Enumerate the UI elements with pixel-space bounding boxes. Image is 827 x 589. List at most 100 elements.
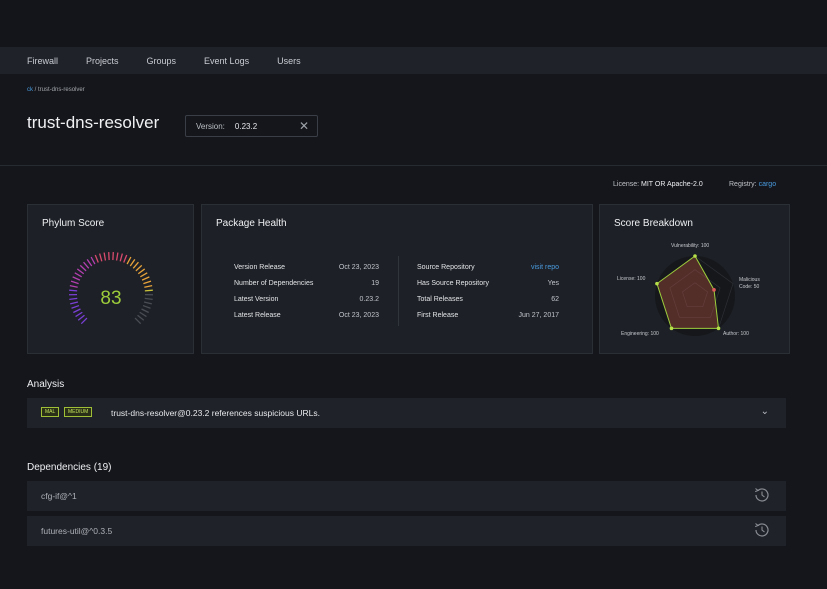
gauge-tick xyxy=(103,252,107,261)
nav-item-projects[interactable]: Projects xyxy=(86,56,119,66)
gauge-tick xyxy=(79,264,87,272)
gauge-tick xyxy=(143,301,152,305)
close-icon[interactable]: ✕ xyxy=(299,120,309,132)
health-value-latest-release: Oct 23, 2023 xyxy=(338,312,379,319)
gauge-tick xyxy=(126,256,132,265)
radar-label-author: Author: 100 xyxy=(723,331,749,337)
gauge-tick xyxy=(74,272,82,278)
gauge-tick xyxy=(144,284,153,288)
phylum-score-value: 83 xyxy=(100,288,121,309)
radar-label-malicious-line2: Code: 50 xyxy=(739,284,760,290)
visit-repo-link[interactable]: visit repo xyxy=(531,264,559,271)
analysis-title: Analysis xyxy=(27,379,65,390)
gauge-tick xyxy=(135,264,143,272)
health-label-latest-release: Latest Release xyxy=(234,312,281,319)
radar-label-malicious-line1: Malicious xyxy=(739,277,760,283)
gauge-tick xyxy=(115,252,119,261)
gauge-tick xyxy=(119,253,123,262)
radar-point-engineering xyxy=(669,326,674,331)
tag-medium: MEDIUM xyxy=(64,407,93,417)
gauge-tick xyxy=(69,297,78,301)
version-value: 0.23.2 xyxy=(234,121,258,131)
gauge-tick xyxy=(70,280,79,285)
health-value-has-source-repo: Yes xyxy=(547,280,559,287)
license-label: License: xyxy=(613,181,640,188)
dependency-name: futures-util@^0.3.5 xyxy=(41,526,113,536)
dependency-row[interactable]: cfg-if@^1 xyxy=(27,481,786,511)
health-label-latest-version: Latest Version xyxy=(234,296,279,303)
radar-label-vulnerability: Vulnerability: 100 xyxy=(671,243,710,249)
gauge-tick xyxy=(73,308,81,314)
registry-label: Registry: xyxy=(729,181,757,188)
gauge-tick xyxy=(69,289,78,292)
breadcrumb-current: trust-dns-resolver xyxy=(38,87,85,93)
package-health-card: Package Health xyxy=(201,204,593,354)
tag-mal: MAL xyxy=(41,407,60,417)
nav-item-firewall[interactable]: Firewall xyxy=(27,56,58,66)
gauge-tick xyxy=(80,317,88,325)
nav-item-groups[interactable]: Groups xyxy=(147,56,177,66)
gauge-tick xyxy=(70,301,79,305)
gauge-tick xyxy=(134,317,142,325)
gauge-tick xyxy=(140,272,148,278)
top-bar xyxy=(0,0,827,47)
gauge-tick xyxy=(83,261,90,269)
gauge-tick xyxy=(129,259,136,267)
license-info: License: MIT OR Apache-2.0 xyxy=(613,181,703,188)
gauge-tick xyxy=(139,311,147,318)
gauge-tick xyxy=(71,304,80,309)
health-label-first-release: First Release xyxy=(417,312,459,319)
registry-info: Registry: cargo xyxy=(729,181,776,188)
health-value-latest-version: 0.23.2 xyxy=(359,296,379,303)
dependency-row[interactable]: futures-util@^0.3.5 xyxy=(27,516,786,546)
phylum-score-card: Phylum Score 83 xyxy=(27,204,194,354)
nav-item-users[interactable]: Users xyxy=(277,56,301,66)
health-divider xyxy=(398,256,399,326)
radar-point-malicious xyxy=(712,288,716,292)
registry-link[interactable]: cargo xyxy=(759,181,777,188)
gauge-tick xyxy=(143,280,152,285)
health-value-total-releases: 62 xyxy=(551,296,559,303)
header-divider xyxy=(0,165,827,166)
gauge-tick xyxy=(77,314,85,321)
main-nav: Firewall Projects Groups Event Logs User… xyxy=(0,47,827,74)
analysis-finding-row[interactable]: MAL MEDIUM trust-dns-resolver@0.23.2 ref… xyxy=(27,398,786,428)
gauge-tick xyxy=(137,314,145,321)
health-value-first-release: Jun 27, 2017 xyxy=(518,312,559,319)
health-value-version-release: Oct 23, 2023 xyxy=(338,264,379,271)
health-label-version-release: Version Release xyxy=(234,264,285,271)
history-icon[interactable] xyxy=(752,520,772,540)
analysis-finding-text: trust-dns-resolver@0.23.2 references sus… xyxy=(111,408,320,418)
radar-label-malicious: Malicious Code: 50 xyxy=(739,277,760,291)
gauge-tick xyxy=(132,261,139,269)
gauge-tick xyxy=(72,276,81,281)
gauge-tick xyxy=(141,308,149,314)
dependency-name: cfg-if@^1 xyxy=(41,491,77,501)
version-select[interactable]: Version: 0.23.2 ✕ xyxy=(185,115,318,137)
dependencies-title: Dependencies (19) xyxy=(27,462,112,473)
version-label: Version: xyxy=(196,121,225,131)
gauge-tick xyxy=(144,289,153,292)
gauge-tick xyxy=(69,284,78,288)
gauge-tick xyxy=(137,268,146,275)
chevron-down-icon[interactable]: ⌄ xyxy=(761,406,769,417)
gauge-tick xyxy=(142,304,151,309)
license-value: MIT OR Apache-2.0 xyxy=(641,181,703,188)
gauge-tick xyxy=(90,256,96,265)
health-value-dependencies: 19 xyxy=(371,280,379,287)
gauge-tick xyxy=(141,276,150,281)
gauge-tick xyxy=(75,311,83,318)
nav-item-event-logs[interactable]: Event Logs xyxy=(204,56,249,66)
score-gauge: 83 xyxy=(68,252,154,325)
health-label-dependencies: Number of Dependencies xyxy=(234,280,314,287)
gauge-tick xyxy=(99,253,103,262)
package-health-title: Package Health xyxy=(216,218,287,229)
history-icon[interactable] xyxy=(752,485,772,505)
radar-point-author xyxy=(716,326,721,331)
health-label-source-repo: Source Repository xyxy=(417,264,475,271)
breadcrumb: ck / trust-dns-resolver xyxy=(27,87,85,93)
radar-point-license xyxy=(655,281,659,286)
page-title: trust-dns-resolver xyxy=(27,113,160,132)
gauge-tick xyxy=(123,254,128,263)
radar-point-vulnerability xyxy=(693,254,697,258)
